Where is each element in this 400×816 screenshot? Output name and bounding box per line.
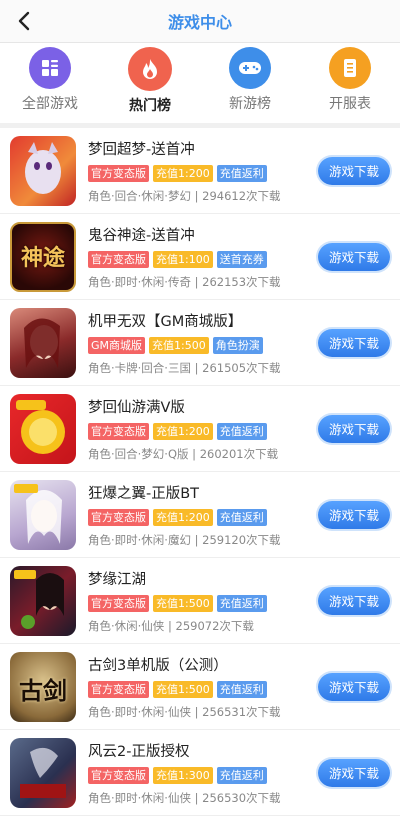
- game-meta: 角色·休闲·仙侠 | 259072次下载: [88, 618, 254, 633]
- tab-server-schedule[interactable]: 开服表: [300, 47, 400, 113]
- game-name: 古剑3单机版（公测）: [88, 657, 228, 674]
- version-tag: 官方变态版: [88, 594, 149, 612]
- recharge-ratio-tag: 充值1:300: [153, 766, 213, 784]
- game-icon[interactable]: [10, 307, 76, 378]
- list-item[interactable]: 机甲无双【GM商城版】 GM商城版 充值1:500 角色扮演 角色·卡牌·回合·…: [0, 300, 400, 386]
- version-tag: 官方变态版: [88, 422, 149, 440]
- category-tabs: 全部游戏 热门榜 新游榜 开服表: [0, 43, 400, 128]
- version-tag: 官方变态版: [88, 508, 149, 526]
- version-tag: 官方变态版: [88, 250, 149, 268]
- game-icon-text: 古剑: [19, 675, 67, 705]
- tab-label: 新游榜: [229, 96, 271, 112]
- download-button[interactable]: 游戏下载: [318, 758, 390, 787]
- game-name: 梦缘江湖: [88, 571, 146, 588]
- game-name: 狂爆之翼-正版BT: [88, 485, 200, 502]
- feature-tag: 充值返利: [216, 594, 267, 612]
- feature-tag: 充值返利: [216, 422, 267, 440]
- list-item[interactable]: 梦缘江湖 官方变态版 充值1:500 充值返利 角色·休闲·仙侠 | 25907…: [0, 558, 400, 644]
- version-tag: GM商城版: [88, 336, 146, 354]
- feature-tag: 送首充券: [216, 250, 267, 268]
- game-list: 梦回超梦-送首冲 官方变态版 充值1:200 充值返利 角色·回合·休闲·梦幻 …: [0, 128, 400, 816]
- version-tag: 官方变态版: [88, 766, 149, 784]
- page-title: 游戏中心: [167, 13, 232, 32]
- game-icon[interactable]: 神途: [10, 221, 76, 292]
- gamepad-icon: [229, 47, 271, 89]
- list-item[interactable]: 神途 鬼谷神途-送首冲 官方变态版 充值1:100 送首充券 角色·即时·休闲·…: [0, 214, 400, 300]
- feature-tag: 充值返利: [216, 680, 267, 698]
- download-button[interactable]: 游戏下载: [318, 328, 390, 357]
- game-meta: 角色·即时·休闲·魔幻 | 259120次下载: [88, 532, 281, 547]
- download-button[interactable]: 游戏下载: [318, 586, 390, 615]
- recharge-ratio-tag: 充值1:100: [153, 250, 213, 268]
- game-icon[interactable]: [10, 737, 76, 808]
- game-icon-text: 神途: [20, 244, 65, 271]
- grid-icon: [29, 47, 71, 89]
- game-meta: 角色·即时·休闲·仙侠 | 256530次下载: [88, 790, 281, 805]
- document-icon: [329, 47, 371, 89]
- flame-icon: [128, 47, 172, 91]
- feature-tag: 充值返利: [216, 164, 267, 182]
- download-button[interactable]: 游戏下载: [318, 500, 390, 529]
- feature-tag: 充值返利: [216, 766, 267, 784]
- game-name: 梦回超梦-送首冲: [88, 141, 195, 158]
- tab-new-games[interactable]: 新游榜: [200, 47, 300, 113]
- recharge-ratio-tag: 充值1:200: [153, 164, 213, 182]
- game-icon[interactable]: 古剑: [10, 651, 76, 722]
- feature-tag: 充值返利: [216, 508, 267, 526]
- tab-label: 全部游戏: [22, 96, 78, 112]
- feature-tag: 角色扮演: [212, 336, 263, 354]
- tab-label: 开服表: [329, 96, 371, 112]
- list-item[interactable]: 狂爆之翼-正版BT 官方变态版 充值1:200 充值返利 角色·即时·休闲·魔幻…: [0, 472, 400, 558]
- game-name: 机甲无双【GM商城版】: [88, 313, 243, 330]
- game-name: 鬼谷神途-送首冲: [88, 227, 195, 244]
- game-name: 风云2-正版授权: [88, 743, 190, 760]
- game-meta: 角色·回合·休闲·梦幻 | 294612次下载: [88, 188, 281, 203]
- top-bar: 游戏中心: [0, 0, 400, 43]
- tab-label: 热门榜: [129, 98, 171, 114]
- game-meta: 角色·即时·休闲·传奇 | 262153次下载: [88, 274, 281, 289]
- game-icon[interactable]: [10, 479, 76, 550]
- version-tag: 官方变态版: [88, 164, 149, 182]
- game-meta: 角色·回合·梦幻·Q版 | 260201次下载: [88, 446, 279, 461]
- recharge-ratio-tag: 充值1:200: [153, 508, 213, 526]
- game-icon[interactable]: [10, 393, 76, 464]
- list-item[interactable]: 风云2-正版授权 官方变态版 充值1:300 充值返利 角色·即时·休闲·仙侠 …: [0, 730, 400, 816]
- tab-hot-list[interactable]: 热门榜: [100, 47, 200, 115]
- download-button[interactable]: 游戏下载: [318, 672, 390, 701]
- game-icon[interactable]: [10, 565, 76, 636]
- version-tag: 官方变态版: [88, 680, 149, 698]
- download-button[interactable]: 游戏下载: [318, 242, 390, 271]
- recharge-ratio-tag: 充值1:500: [149, 336, 209, 354]
- recharge-ratio-tag: 充值1:500: [153, 594, 213, 612]
- tab-all-games[interactable]: 全部游戏: [0, 47, 100, 113]
- game-meta: 角色·卡牌·回合·三国 | 261505次下载: [88, 360, 281, 375]
- chevron-left-icon[interactable]: [14, 10, 36, 32]
- download-button[interactable]: 游戏下载: [318, 414, 390, 443]
- recharge-ratio-tag: 充值1:500: [153, 680, 213, 698]
- list-item[interactable]: 梦回仙游满V版 官方变态版 充值1:200 充值返利 角色·回合·梦幻·Q版 |…: [0, 386, 400, 472]
- game-meta: 角色·即时·休闲·仙侠 | 256531次下载: [88, 704, 281, 719]
- list-item[interactable]: 梦回超梦-送首冲 官方变态版 充值1:200 充值返利 角色·回合·休闲·梦幻 …: [0, 128, 400, 214]
- download-button[interactable]: 游戏下载: [318, 156, 390, 185]
- list-item[interactable]: 古剑 古剑3单机版（公测） 官方变态版 充值1:500 充值返利 角色·即时·休…: [0, 644, 400, 730]
- recharge-ratio-tag: 充值1:200: [153, 422, 213, 440]
- game-icon[interactable]: [10, 135, 76, 206]
- game-name: 梦回仙游满V版: [88, 399, 185, 416]
